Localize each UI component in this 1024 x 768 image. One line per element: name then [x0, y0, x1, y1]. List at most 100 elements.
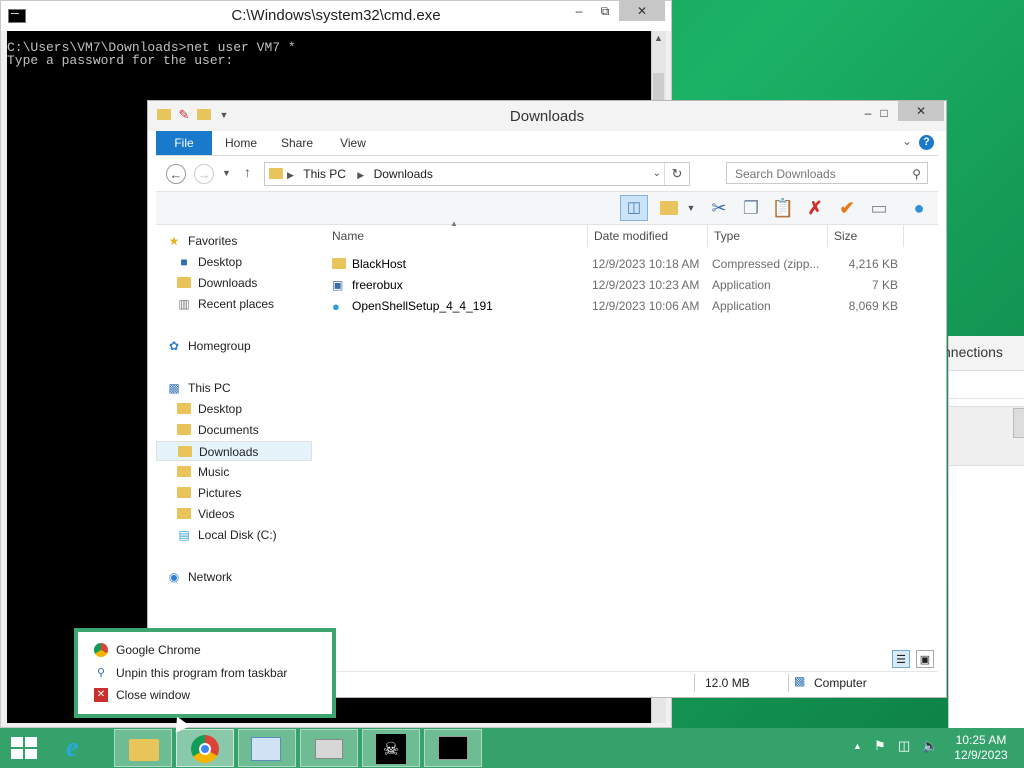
- jump-item-unpin[interactable]: ⚲ Unpin this program from taskbar: [78, 662, 332, 684]
- file-type: Application: [712, 278, 771, 292]
- computer-icon: ▩: [168, 381, 180, 395]
- jump-item-close-window[interactable]: ✕ Close window: [78, 684, 332, 706]
- system-clock[interactable]: 10:25 AM 12/9/2023: [950, 733, 1012, 763]
- bg-window-row: [949, 372, 1024, 399]
- breadcrumb-downloads[interactable]: Downloads: [374, 167, 433, 181]
- start-button[interactable]: [0, 729, 58, 767]
- folder-icon: [176, 399, 192, 419]
- file-row-blackhost[interactable]: BlackHost 12/9/2023 10:18 AM Compressed …: [326, 254, 916, 275]
- taskbar-google-chrome[interactable]: [176, 729, 234, 767]
- column-header-date[interactable]: Date modified: [588, 225, 708, 247]
- nav-pc-desktop[interactable]: Desktop: [176, 399, 242, 419]
- nav-pc-documents[interactable]: Documents: [176, 420, 259, 440]
- globe-icon[interactable]: ●: [906, 196, 932, 220]
- jump-item-label: Close window: [116, 688, 191, 702]
- tab-share[interactable]: Share: [272, 131, 322, 155]
- nav-pc-local-disk[interactable]: ▤ Local Disk (C:): [176, 525, 276, 545]
- tab-view[interactable]: View: [330, 131, 376, 155]
- chrome-icon-center: [199, 743, 211, 755]
- nav-fav-desktop[interactable]: ■ Desktop: [176, 252, 242, 272]
- cmd-close-button[interactable]: ✕: [619, 1, 665, 21]
- nav-fav-recent-label: Recent places: [198, 297, 275, 311]
- up-button[interactable]: ↑: [244, 164, 251, 180]
- nav-pc-downloads[interactable]: Downloads: [156, 441, 312, 461]
- cut-icon[interactable]: ✂: [706, 196, 732, 220]
- search-icon[interactable]: ⚲: [912, 163, 921, 185]
- volume-muted-icon[interactable]: 🔈: [922, 738, 938, 754]
- paste-icon[interactable]: 📋: [770, 196, 796, 220]
- nav-pc-music-label: Music: [198, 465, 230, 479]
- downloads-folder-icon: [177, 442, 193, 462]
- address-dropdown-chevron-icon[interactable]: ⌄: [653, 163, 661, 185]
- recent-locations-chevron-icon[interactable]: ▼: [222, 168, 231, 178]
- file-list: ▲ Name Date modified Type Size BlackHost…: [326, 219, 932, 665]
- jump-item-google-chrome[interactable]: Google Chrome: [78, 639, 332, 661]
- refresh-icon[interactable]: ↻: [664, 163, 689, 185]
- column-header-type[interactable]: Type: [708, 225, 828, 247]
- nav-this-pc[interactable]: ▩ This PC: [166, 378, 231, 398]
- cmd-minimize-button[interactable]: –: [565, 1, 593, 21]
- chevron-down-icon[interactable]: ▼: [678, 196, 704, 220]
- bg-window-title: nnections: [943, 344, 1003, 360]
- taskbar-file-explorer[interactable]: [114, 729, 172, 767]
- application-icon: ▣: [332, 278, 344, 292]
- nav-fav-recent[interactable]: ▥ Recent places: [176, 294, 274, 314]
- explorer-maximize-button[interactable]: □: [868, 103, 900, 123]
- show-hidden-icons-chevron-icon[interactable]: ▲: [853, 741, 862, 751]
- nav-fav-downloads[interactable]: Downloads: [176, 273, 257, 293]
- taskbar-command-prompt[interactable]: [424, 729, 482, 767]
- taskbar-internet-explorer[interactable]: e: [52, 729, 110, 767]
- skull-icon: ☠: [376, 734, 406, 764]
- large-icons-view-icon[interactable]: ▣: [916, 650, 934, 668]
- nav-this-pc-label: This PC: [188, 381, 231, 395]
- copy-icon[interactable]: ❐: [738, 196, 764, 220]
- file-row-openshell[interactable]: ● OpenShellSetup_4_4_191 12/9/2023 10:06…: [326, 296, 916, 317]
- bg-window-scrollbar[interactable]: [1013, 408, 1024, 438]
- tab-home[interactable]: Home: [216, 131, 266, 155]
- column-header-size[interactable]: Size: [828, 225, 904, 247]
- tab-file[interactable]: File: [156, 131, 212, 155]
- cmd-maximize-button[interactable]: ⧉: [591, 1, 619, 21]
- nav-pc-downloads-label: Downloads: [199, 445, 259, 459]
- action-center-flag-icon[interactable]: ⚑: [874, 738, 886, 754]
- nav-pc-pictures[interactable]: Pictures: [176, 483, 241, 503]
- cmd-line-2: Type a password for the user:: [7, 53, 234, 68]
- nav-pc-documents-label: Documents: [198, 423, 259, 437]
- folder-icon: [176, 462, 192, 482]
- taskbar-pirate-app[interactable]: ☠: [362, 729, 420, 767]
- details-view-icon[interactable]: ☰: [892, 650, 910, 668]
- taskbar-control-panel[interactable]: [238, 729, 296, 767]
- taskbar: e ☠ ▲ ⚑ ◫ 🔈 10:25 AM 12/9/2023: [0, 728, 1024, 768]
- back-button[interactable]: ←: [166, 164, 186, 184]
- layout-pane-icon[interactable]: ◫: [620, 195, 648, 221]
- star-icon: ★: [168, 234, 180, 248]
- nav-favorites[interactable]: ★ Favorites: [166, 231, 238, 251]
- jump-item-label: Google Chrome: [116, 643, 201, 657]
- explorer-window[interactable]: ✎ ▼ Downloads – □ ✕ File Home Share View…: [147, 100, 947, 698]
- search-input[interactable]: Search Downloads ⚲: [726, 162, 928, 184]
- file-type: Compressed (zipp...: [712, 257, 820, 271]
- address-field[interactable]: ▶ This PC ▶ Downloads ⌄ ↻: [264, 162, 690, 186]
- rename-icon[interactable]: ▭: [866, 196, 892, 220]
- delete-icon[interactable]: ✗: [802, 196, 828, 220]
- taskbar-performance-monitor[interactable]: [300, 729, 358, 767]
- background-window[interactable]: nnections: [943, 336, 1024, 728]
- file-row-freerobux[interactable]: ▣ freerobux 12/9/2023 10:23 AM Applicati…: [326, 275, 916, 296]
- scroll-up-arrow-icon[interactable]: ▲: [654, 33, 663, 43]
- network-status-icon[interactable]: ◫: [898, 738, 910, 754]
- help-icon[interactable]: ?: [919, 135, 934, 150]
- column-header-name[interactable]: Name: [326, 225, 588, 247]
- explorer-titlebar[interactable]: ✎ ▼ Downloads – □ ✕: [148, 101, 946, 131]
- forward-button[interactable]: →: [194, 164, 214, 184]
- nav-pc-videos[interactable]: Videos: [176, 504, 234, 524]
- expand-ribbon-chevron-icon[interactable]: ⌄: [902, 134, 912, 148]
- shell-icon: ●: [332, 299, 340, 314]
- nav-pc-music[interactable]: Music: [176, 462, 229, 482]
- breadcrumb-this-pc[interactable]: This PC: [303, 167, 346, 181]
- file-name: freerobux: [352, 278, 403, 292]
- checkmark-icon[interactable]: ✔: [834, 196, 860, 220]
- cmd-titlebar[interactable]: C:\Windows\system32\cmd.exe – ⧉ ✕: [1, 1, 671, 31]
- explorer-close-button[interactable]: ✕: [898, 101, 944, 121]
- nav-homegroup[interactable]: ✿ Homegroup: [166, 336, 251, 356]
- nav-network[interactable]: ◉ Network: [166, 567, 232, 587]
